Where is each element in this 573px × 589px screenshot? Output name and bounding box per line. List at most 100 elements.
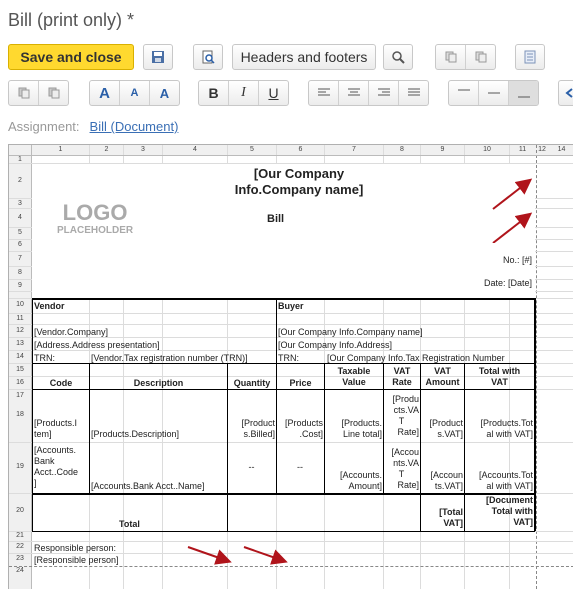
logo-placeholder: LOGO PLACEHOLDER	[57, 200, 134, 237]
paste-icon[interactable]	[466, 45, 495, 69]
accounts-vat: [Accoun ts.VAT]	[430, 470, 463, 491]
font-size-group: A A A	[89, 80, 180, 106]
col-header[interactable]: 9	[421, 146, 464, 153]
headers-and-footers-button[interactable]: Headers and footers	[232, 44, 376, 70]
row-header[interactable]: 9	[9, 282, 31, 289]
col-header[interactable]: 11	[510, 146, 535, 153]
row-header[interactable]: 6	[9, 241, 31, 248]
annotation-arrows-bottom	[187, 546, 288, 565]
row-header[interactable]: 8	[9, 269, 31, 276]
spreadsheet[interactable]: 1 2 3 4 5 6 7 8 9 10 11 12 14 1 2 3 4 5 …	[8, 144, 573, 589]
increase-font-icon[interactable]: A	[150, 81, 179, 105]
total-vat: [Total VAT]	[439, 507, 463, 528]
italic-button[interactable]: I	[229, 81, 259, 105]
col-header[interactable]: 12	[537, 146, 547, 153]
row-header[interactable]: 11	[9, 315, 31, 322]
bill-number: No.: [#]	[502, 255, 532, 265]
copy-paste-group	[435, 44, 496, 70]
row-header[interactable]: 21	[9, 532, 31, 539]
page-setup-icon[interactable]	[515, 44, 545, 70]
align-middle-icon[interactable]	[479, 81, 509, 105]
row-header[interactable]: 22	[9, 543, 31, 550]
align-right-icon[interactable]	[369, 81, 399, 105]
floppy-disk-icon[interactable]	[143, 44, 173, 70]
align-group	[308, 80, 429, 106]
row-header[interactable]: 5	[9, 229, 31, 236]
bill-date: Date: [Date]	[483, 278, 532, 288]
products-total-with-vat: [Products.Tot al with VAT]	[480, 418, 533, 439]
products-cost: [Products .Cost]	[284, 418, 323, 439]
col-header[interactable]: 3	[124, 146, 162, 153]
header-description: Description	[133, 378, 184, 388]
assignment-label: Assignment:	[8, 119, 80, 134]
row-header[interactable]: 13	[9, 340, 31, 347]
accounts-bank-name: [Accounts.Bank Acct..Name]	[91, 481, 205, 491]
row-header[interactable]: 17	[9, 392, 31, 399]
accounts-total-with-vat: [Accounts.Tot al with VAT]	[478, 470, 533, 491]
buyer-company: [Our Company Info.Company name]	[278, 327, 423, 337]
row-header[interactable]: 7	[9, 255, 31, 262]
total-label: Total	[119, 519, 140, 529]
col-header[interactable]: 7	[325, 146, 383, 153]
col-header[interactable]: 1	[32, 146, 89, 153]
row-header[interactable]: 15	[9, 366, 31, 373]
align-top-icon[interactable]	[449, 81, 479, 105]
row-header[interactable]: 10	[9, 301, 31, 308]
print-preview-icon[interactable]	[193, 44, 223, 70]
align-bottom-icon[interactable]	[509, 81, 538, 105]
price-empty: --	[297, 462, 303, 472]
align-center-icon[interactable]	[339, 81, 369, 105]
row-header[interactable]: 24	[9, 567, 31, 574]
quantity-empty: --	[248, 462, 255, 472]
copy-format-icon[interactable]	[9, 81, 39, 105]
accounts-bank-code: [Accounts. Bank Acct..Code]	[34, 445, 79, 488]
col-header[interactable]: 4	[163, 146, 227, 153]
paste-format-icon[interactable]	[39, 81, 68, 105]
row-header[interactable]: 4	[9, 214, 31, 221]
row-header[interactable]: 16	[9, 379, 31, 386]
row-header[interactable]: 14	[9, 353, 31, 360]
underline-button[interactable]: U	[259, 81, 288, 105]
vendor-company: [Vendor.Company]	[34, 327, 109, 337]
products-vat-rate: [Produ cts.VA T Rate]	[392, 394, 419, 437]
copy-icon[interactable]	[436, 45, 466, 69]
responsible-person-value: [Responsible person]	[34, 555, 119, 565]
font-icon[interactable]: A	[90, 81, 120, 105]
row-header[interactable]: 20	[9, 507, 31, 514]
bold-button[interactable]: B	[199, 81, 229, 105]
buyer-label: Buyer	[278, 301, 304, 311]
row-header[interactable]: 3	[9, 200, 31, 207]
buyer-address: [Our Company Info.Address]	[278, 340, 393, 350]
responsible-person-label: Responsible person:	[34, 543, 117, 553]
col-header[interactable]: 5	[228, 146, 276, 153]
justify-icon[interactable]	[399, 81, 428, 105]
products-item: [Products.I tem]	[34, 418, 78, 439]
col-header[interactable]: 8	[384, 146, 420, 153]
row-header[interactable]: 1	[9, 156, 31, 163]
col-header[interactable]: 6	[277, 146, 324, 153]
col-header[interactable]: 10	[465, 146, 509, 153]
assignment-row: Assignment: Bill (Document)	[8, 119, 178, 134]
col-header[interactable]: 14	[549, 146, 573, 153]
text-style-group: B I U	[198, 80, 289, 106]
align-left-icon[interactable]	[309, 81, 339, 105]
row-header[interactable]: 19	[9, 463, 31, 470]
find-icon[interactable]	[383, 44, 413, 70]
header-total-with-vat: Total with VAT	[478, 366, 521, 387]
company-name: [Our Company Info.Company name]	[234, 166, 364, 197]
row-header[interactable]: 23	[9, 555, 31, 562]
products-description: [Products.Description]	[91, 429, 180, 439]
save-and-close-button[interactable]: Save and close	[8, 44, 134, 70]
row-header[interactable]: 18	[9, 411, 31, 418]
vendor-label: Vendor	[34, 301, 65, 311]
more-tools-icon[interactable]	[558, 80, 573, 106]
row-header[interactable]: 2	[9, 177, 31, 184]
decrease-font-icon[interactable]: A	[120, 81, 150, 105]
row-header[interactable]: 12	[9, 327, 31, 334]
products-line-total: [Products. Line total]	[341, 418, 382, 439]
header-quantity: Quantity	[233, 378, 271, 388]
header-code: Code	[49, 378, 73, 388]
assignment-link[interactable]: Bill (Document)	[90, 119, 179, 134]
header-price: Price	[289, 378, 312, 388]
col-header[interactable]: 2	[90, 146, 123, 153]
